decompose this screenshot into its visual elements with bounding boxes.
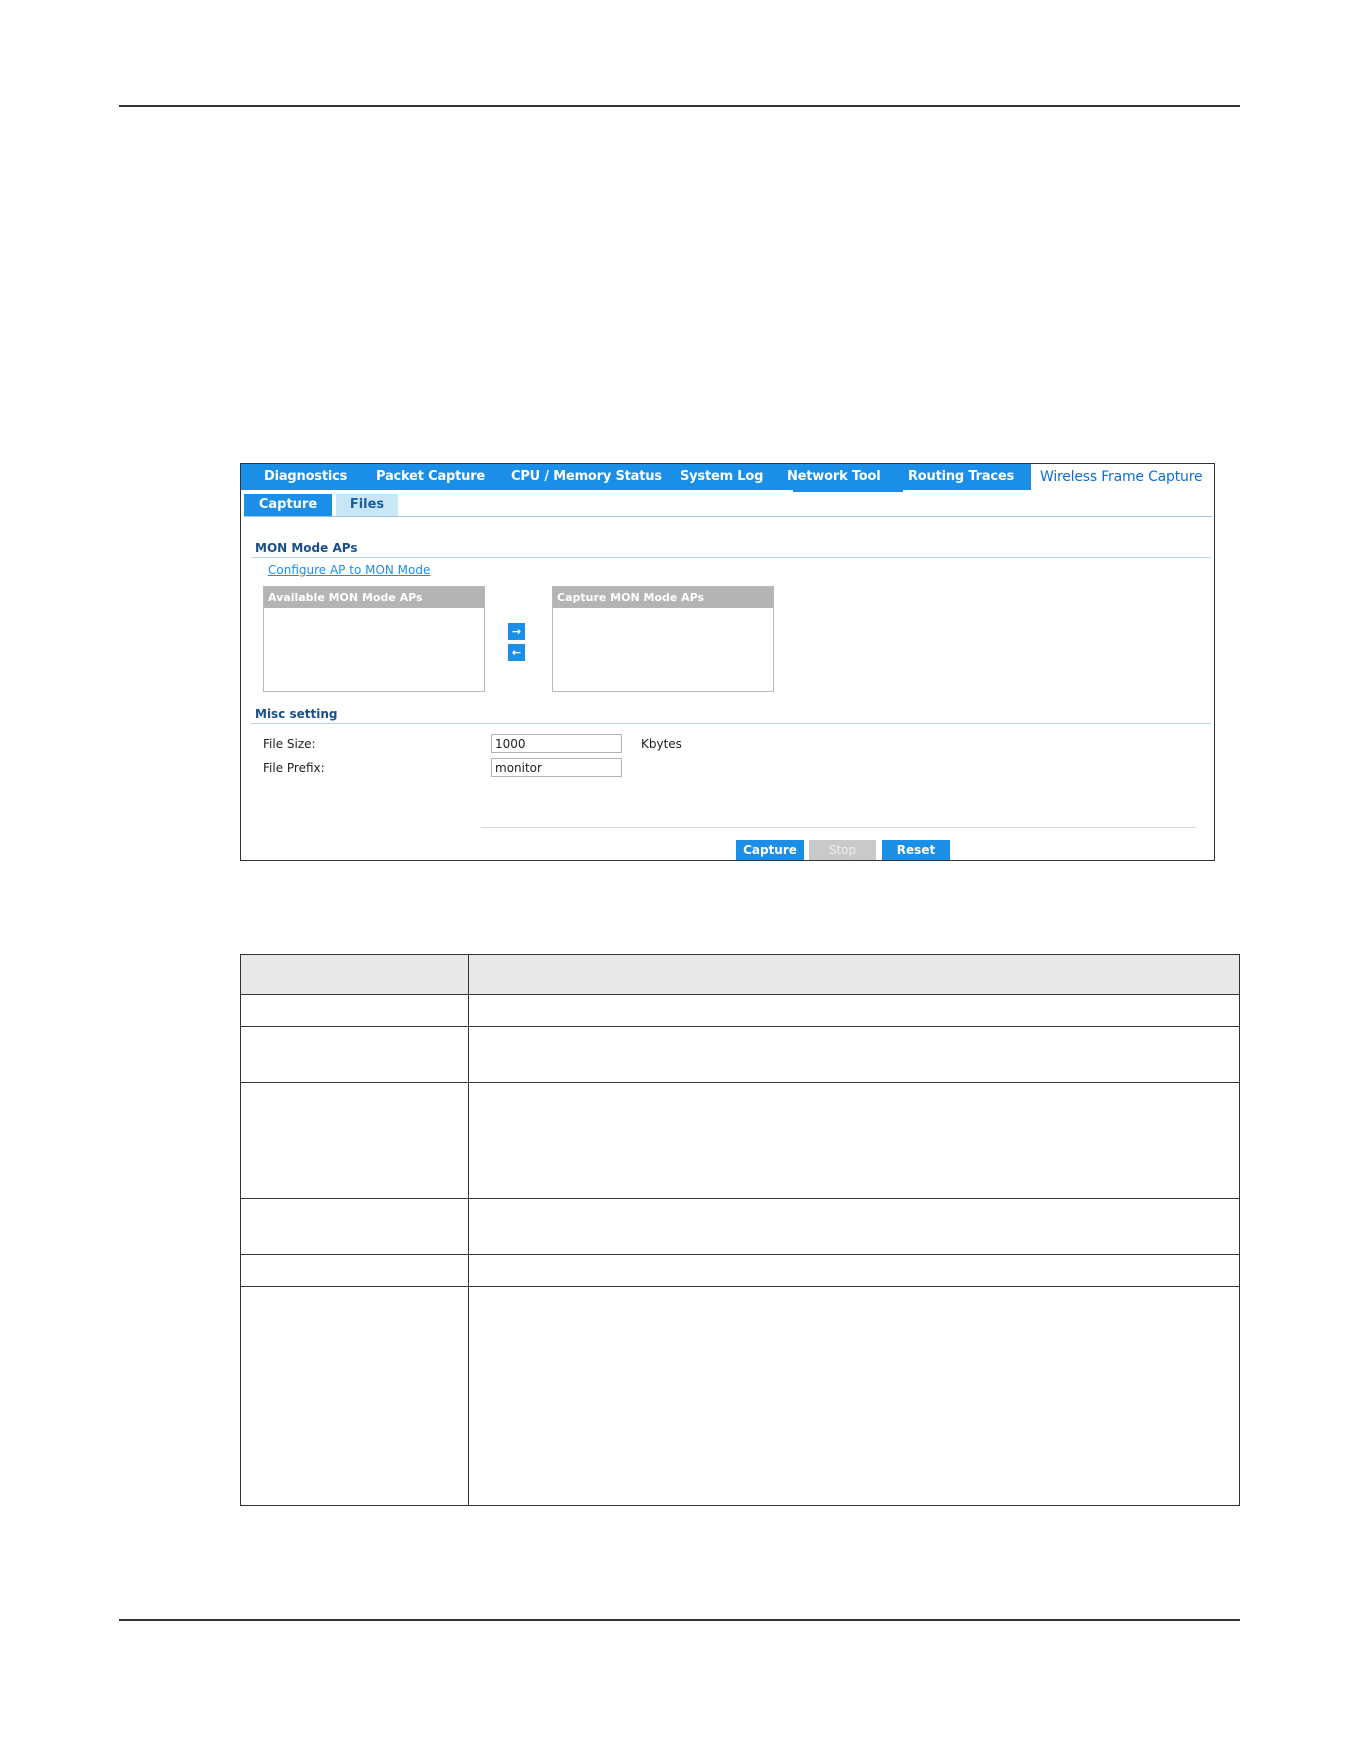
table-cell bbox=[241, 1083, 469, 1198]
table-header-row bbox=[241, 955, 1239, 995]
file-size-input[interactable] bbox=[491, 734, 622, 753]
table-cell bbox=[241, 1287, 469, 1505]
section-divider bbox=[251, 557, 1211, 558]
subtab-capture[interactable]: Capture bbox=[244, 494, 332, 516]
capture-mon-aps-list[interactable]: Capture MON Mode APs bbox=[552, 586, 774, 692]
tab-routing-traces[interactable]: Routing Traces bbox=[908, 464, 1014, 490]
table-cell bbox=[241, 955, 469, 994]
table-cell bbox=[241, 995, 469, 1026]
section-divider bbox=[251, 723, 1211, 724]
button-bar-divider bbox=[481, 827, 1196, 828]
table-row bbox=[241, 1287, 1239, 1505]
tab-wireless-frame-capture[interactable]: Wireless Frame Capture bbox=[1040, 464, 1203, 490]
available-list-header: Available MON Mode APs bbox=[264, 587, 484, 608]
file-size-unit: Kbytes bbox=[641, 737, 682, 751]
table-row bbox=[241, 1199, 1239, 1255]
file-prefix-label: File Prefix: bbox=[263, 761, 325, 775]
table-row bbox=[241, 1083, 1239, 1199]
sub-tab-bar: Capture Files bbox=[244, 494, 1212, 517]
stop-button[interactable]: Stop bbox=[809, 840, 876, 860]
add-ap-button[interactable]: → bbox=[508, 623, 525, 640]
remove-ap-button[interactable]: ← bbox=[508, 644, 525, 661]
mon-mode-aps-title: MON Mode APs bbox=[255, 541, 358, 555]
description-table bbox=[240, 954, 1240, 1506]
table-row bbox=[241, 1255, 1239, 1287]
footer-rule bbox=[119, 1619, 1240, 1621]
tab-packet-capture[interactable]: Packet Capture bbox=[376, 464, 485, 490]
table-cell bbox=[241, 1255, 469, 1286]
table-row bbox=[241, 1027, 1239, 1083]
tab-system-log[interactable]: System Log bbox=[680, 464, 763, 490]
file-prefix-input[interactable] bbox=[491, 758, 622, 777]
tab-underline bbox=[793, 490, 903, 492]
configure-ap-link[interactable]: Configure AP to MON Mode bbox=[268, 563, 430, 577]
wireless-frame-capture-screen: Diagnostics Packet Capture CPU / Memory … bbox=[240, 463, 1215, 861]
tab-cpu-memory-status[interactable]: CPU / Memory Status bbox=[511, 464, 662, 490]
available-mon-aps-list[interactable]: Available MON Mode APs bbox=[263, 586, 485, 692]
capture-list-header: Capture MON Mode APs bbox=[553, 587, 773, 608]
main-tab-bar: Diagnostics Packet Capture CPU / Memory … bbox=[241, 464, 1214, 492]
table-cell bbox=[241, 1027, 469, 1082]
misc-setting-title: Misc setting bbox=[255, 707, 338, 721]
tab-diagnostics[interactable]: Diagnostics bbox=[264, 464, 347, 490]
file-size-label: File Size: bbox=[263, 737, 316, 751]
capture-button[interactable]: Capture bbox=[736, 840, 804, 860]
header-rule bbox=[119, 105, 1240, 107]
reset-button[interactable]: Reset bbox=[882, 840, 950, 860]
subtab-files[interactable]: Files bbox=[336, 494, 398, 516]
tab-network-tool[interactable]: Network Tool bbox=[787, 464, 881, 490]
table-cell bbox=[241, 1199, 469, 1254]
table-row bbox=[241, 995, 1239, 1027]
